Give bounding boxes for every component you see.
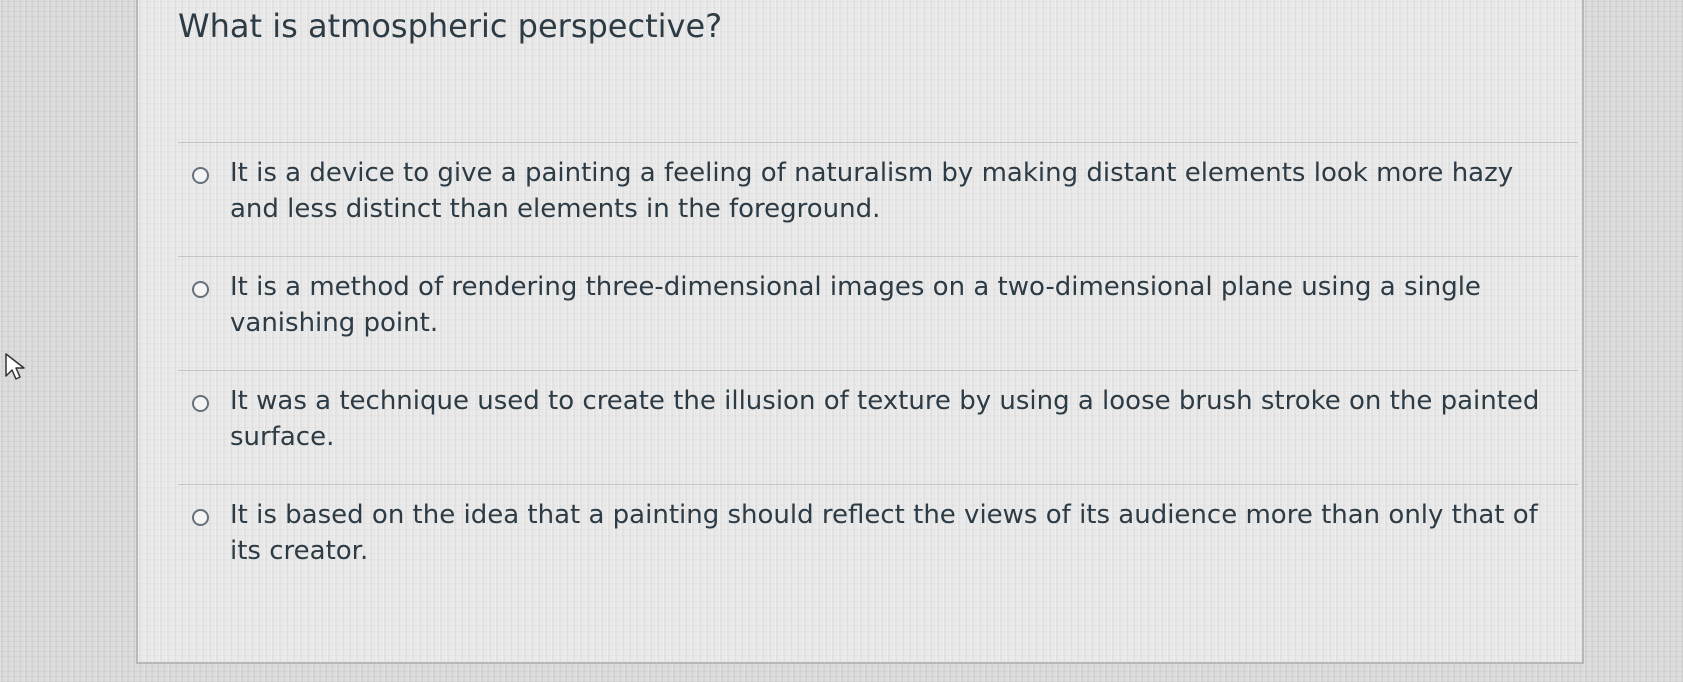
answer-option[interactable]: It is a device to give a painting a feel… <box>178 142 1578 256</box>
answer-option[interactable]: It is a method of rendering three-dimens… <box>178 256 1578 370</box>
answer-label[interactable]: It was a technique used to create the il… <box>230 383 1570 455</box>
answer-list: It is a device to give a painting a feel… <box>178 142 1578 598</box>
radio-unselected-icon[interactable] <box>192 167 209 184</box>
question-text: What is atmospheric perspective? <box>178 7 723 45</box>
answer-label[interactable]: It is based on the idea that a painting … <box>230 497 1570 569</box>
radio-unselected-icon[interactable] <box>192 509 209 526</box>
answer-label[interactable]: It is a method of rendering three-dimens… <box>230 269 1570 341</box>
question-card: What is atmospheric perspective? It is a… <box>136 0 1584 664</box>
answer-option[interactable]: It is based on the idea that a painting … <box>178 484 1578 598</box>
mouse-pointer-icon <box>4 352 28 382</box>
answer-label[interactable]: It is a device to give a painting a feel… <box>230 155 1570 227</box>
answer-option[interactable]: It was a technique used to create the il… <box>178 370 1578 484</box>
radio-unselected-icon[interactable] <box>192 281 209 298</box>
radio-unselected-icon[interactable] <box>192 395 209 412</box>
